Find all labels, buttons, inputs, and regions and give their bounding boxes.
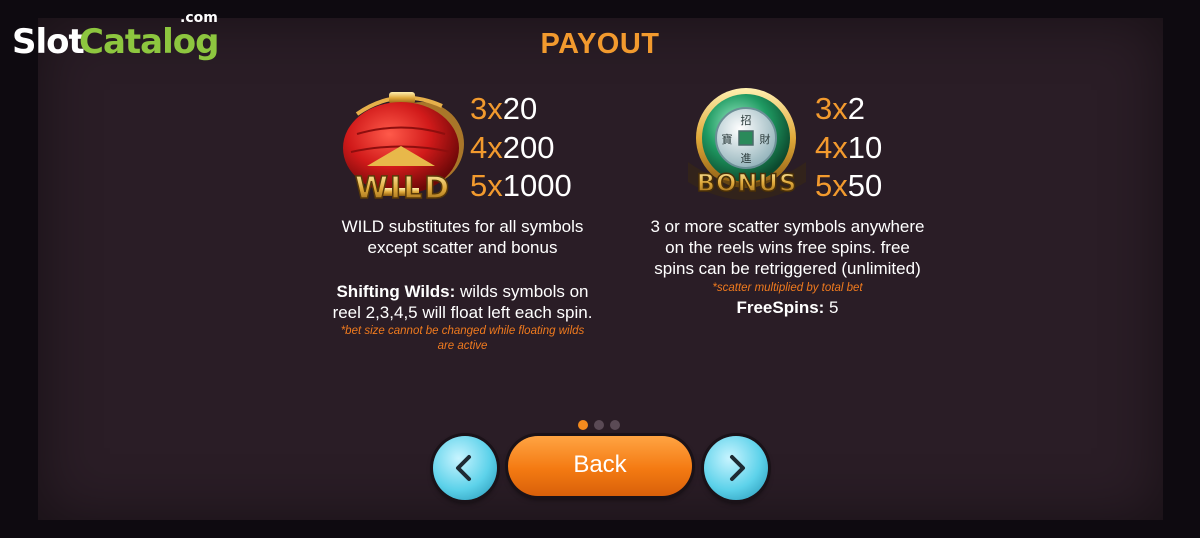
payout-count: 4x	[815, 129, 848, 165]
bonus-desc-line: on the reels wins free spins. free	[665, 238, 910, 257]
bonus-payout-list: 3x2 4x10 5x50	[815, 90, 882, 206]
bonus-symbol-label: BONUS	[697, 169, 798, 197]
coin-char-right: 財	[760, 132, 771, 146]
page-indicator	[578, 420, 628, 432]
payout-value: 10	[847, 129, 883, 165]
chevron-right-icon	[730, 455, 745, 481]
page-dot	[610, 420, 620, 430]
wild-desc-line: except scatter and bonus	[367, 238, 558, 257]
logo-com-text: .com	[180, 10, 218, 26]
freespins-value: 5	[824, 298, 839, 317]
page-title: PAYOUT	[540, 28, 660, 60]
bonus-description: 3 or more scatter symbols anywhere on th…	[610, 216, 965, 279]
bonus-desc-line: 3 or more scatter symbols anywhere	[650, 217, 925, 236]
coin-char-bottom: 進	[741, 152, 752, 165]
bonus-desc-line: spins can be retriggered (unlimited)	[654, 259, 921, 278]
chevron-left-icon	[456, 455, 471, 481]
shifting-wilds-text: reel 2,3,4,5 will float left each spin.	[332, 303, 593, 322]
bonus-payout-row: 4x10	[815, 129, 882, 168]
shifting-wilds-description: Shifting Wilds: wilds symbols on reel 2,…	[290, 281, 635, 323]
payout-count: 5x	[815, 168, 848, 203]
wild-desc-line: WILD substitutes for all symbols	[341, 217, 584, 236]
freespins-label: FreeSpins:	[736, 298, 825, 317]
payout-value: 200	[502, 129, 555, 165]
wild-bet-note: *bet size cannot be changed while floati…	[290, 324, 635, 354]
coin-char-left: 寶	[722, 132, 733, 146]
wild-payout-row: 5x1000	[470, 167, 572, 206]
payout-count: 5x	[470, 168, 503, 203]
wild-description: WILD substitutes for all symbols except …	[290, 216, 635, 258]
wild-payout-list: 3x20 4x200 5x1000	[470, 90, 572, 206]
bonus-coin-symbol: 招 進 寶 財 BONUS	[682, 86, 812, 210]
bonus-payout-row: 5x50	[815, 167, 882, 206]
back-button[interactable]: Back	[508, 436, 692, 496]
wild-note-line: *bet size cannot be changed while floati…	[340, 325, 585, 337]
payout-value: 20	[502, 91, 538, 126]
freespins-info: FreeSpins: 5	[610, 297, 965, 318]
payout-value: 1000	[502, 168, 572, 203]
payout-count: 4x	[470, 129, 503, 165]
prev-page-button[interactable]	[433, 436, 497, 500]
payout-count: 3x	[815, 91, 848, 126]
payout-count: 3x	[470, 91, 503, 126]
wild-payout-row: 3x20	[470, 90, 572, 129]
wild-note-line: are active	[437, 340, 488, 352]
payout-value: 2	[847, 91, 865, 126]
next-page-button[interactable]	[704, 436, 768, 500]
coin-char-top: 招	[741, 113, 752, 127]
page-dot-active	[578, 420, 588, 430]
shifting-wilds-title: Shifting Wilds:	[336, 282, 456, 301]
bonus-payout-row: 3x2	[815, 90, 882, 129]
payout-value: 50	[847, 168, 883, 203]
wild-lantern-symbol: WILD	[337, 86, 469, 208]
wild-payout-row: 4x200	[470, 129, 572, 168]
scatter-note: *scatter multiplied by total bet	[712, 282, 863, 294]
shifting-wilds-text: wilds symbols on	[455, 282, 589, 301]
page-dot	[594, 420, 604, 430]
wild-symbol-label: WILD	[355, 171, 451, 206]
